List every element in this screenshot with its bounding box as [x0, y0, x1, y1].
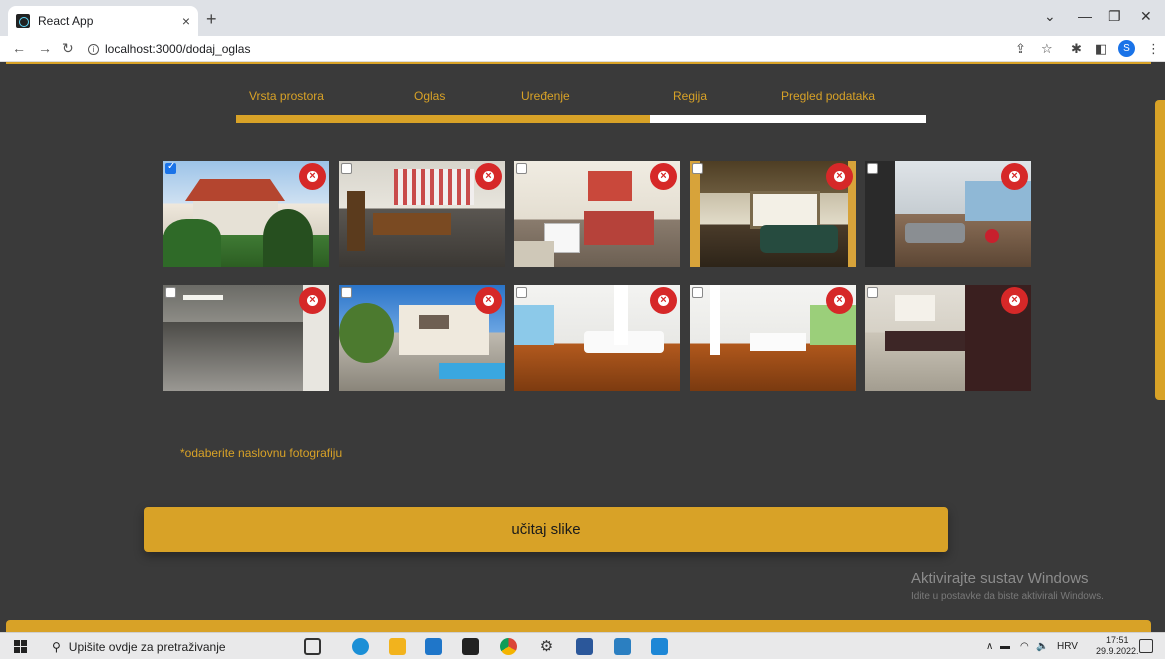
step-regija[interactable]: Regija	[673, 89, 707, 103]
photo-tile[interactable]	[865, 285, 1031, 391]
photo-tile[interactable]	[514, 161, 680, 267]
cover-photo-checkbox[interactable]	[692, 287, 703, 298]
cover-photo-checkbox[interactable]	[692, 163, 703, 174]
photo-tile[interactable]	[514, 285, 680, 391]
cover-photo-checkbox[interactable]	[867, 163, 878, 174]
file-explorer-icon[interactable]	[389, 638, 406, 655]
step-vrsta-prostora[interactable]: Vrsta prostora	[249, 89, 324, 103]
activation-watermark-title: Aktivirajte sustav Windows	[911, 570, 1089, 587]
remove-photo-icon[interactable]	[650, 163, 677, 190]
edge-icon[interactable]	[352, 638, 369, 655]
windows-taskbar: ⚲ Upišite ovdje za pretraživanje ⚙ ∧ ▬ ◠…	[0, 632, 1165, 659]
photo-tile[interactable]	[163, 285, 329, 391]
cover-photo-checkbox[interactable]	[341, 287, 352, 298]
remove-photo-icon[interactable]	[826, 163, 853, 190]
photo-tile[interactable]	[163, 161, 329, 267]
wizard-steps: Vrsta prostora Oglas Uređenje Regija Pre…	[230, 89, 930, 109]
wizard-progress-fill	[236, 115, 650, 123]
tab-close-icon[interactable]: ×	[182, 13, 190, 29]
clock-time: 17:51	[1106, 635, 1129, 645]
new-tab-button[interactable]: +	[206, 9, 217, 30]
taskbar-clock[interactable]: 17:51 29.9.2022.	[1096, 635, 1139, 657]
url-field[interactable]: i localhost:3000/dodaj_oglas	[88, 39, 250, 59]
step-oglas[interactable]: Oglas	[414, 89, 445, 103]
share-icon[interactable]: ⇪	[1015, 41, 1026, 57]
notification-center-icon[interactable]	[1139, 639, 1153, 653]
cover-photo-hint: *odaberite naslovnu fotografiju	[180, 446, 343, 460]
profile-avatar[interactable]: S	[1118, 40, 1135, 57]
remove-photo-icon[interactable]	[826, 287, 853, 314]
scrollbar-thumb[interactable]	[1155, 100, 1165, 400]
browser-menu-icon[interactable]: ⋮	[1147, 41, 1160, 57]
photo-tile[interactable]	[690, 285, 856, 391]
battery-icon[interactable]: ▬	[1000, 641, 1010, 652]
cover-photo-checkbox[interactable]	[867, 287, 878, 298]
photo-tile[interactable]	[339, 285, 505, 391]
clock-date: 29.9.2022.	[1096, 646, 1139, 656]
vscode-icon[interactable]	[651, 638, 668, 655]
page-bottom-bar	[6, 620, 1151, 632]
taskbar-search-box[interactable]: ⚲ Upišite ovdje za pretraživanje	[40, 635, 280, 658]
bookmark-star-icon[interactable]: ☆	[1041, 41, 1053, 57]
reload-icon[interactable]: ↻	[62, 40, 74, 57]
language-indicator[interactable]: HRV	[1057, 641, 1078, 652]
remove-photo-icon[interactable]	[1001, 287, 1028, 314]
cover-photo-checkbox[interactable]	[165, 287, 176, 298]
url-text: localhost:3000/dodaj_oglas	[105, 42, 251, 56]
minimize-button[interactable]: —	[1078, 8, 1092, 24]
remove-photo-icon[interactable]	[1001, 163, 1028, 190]
browser-tab-bar: React App × + ⌄ — ❐ ✕	[0, 0, 1165, 36]
remove-photo-icon[interactable]	[650, 287, 677, 314]
maximize-button[interactable]: ❐	[1108, 8, 1121, 25]
browser-tab[interactable]: React App ×	[8, 6, 198, 36]
forward-arrow-icon[interactable]: →	[38, 40, 52, 56]
mail-icon[interactable]	[425, 638, 442, 655]
settings-gear-icon[interactable]: ⚙	[538, 638, 555, 655]
side-panel-icon[interactable]: ◧	[1095, 41, 1107, 57]
extensions-puzzle-icon[interactable]: ✱	[1071, 41, 1082, 57]
terminal-icon[interactable]	[462, 638, 479, 655]
word-icon[interactable]	[576, 638, 593, 655]
remove-photo-icon[interactable]	[475, 287, 502, 314]
remove-photo-icon[interactable]	[299, 287, 326, 314]
tab-search-chevron-icon[interactable]: ⌄	[1044, 8, 1056, 25]
photos-icon[interactable]	[614, 638, 631, 655]
windows-start-icon[interactable]	[14, 640, 27, 653]
task-view-icon[interactable]	[304, 638, 321, 655]
search-icon: ⚲	[52, 639, 61, 654]
remove-photo-icon[interactable]	[299, 163, 326, 190]
cover-photo-checkbox[interactable]	[516, 287, 527, 298]
tab-title: React App	[38, 14, 94, 28]
site-info-icon[interactable]: i	[88, 43, 99, 55]
cover-photo-checkbox[interactable]	[516, 163, 527, 174]
photo-tile[interactable]	[339, 161, 505, 267]
tray-chevron-icon[interactable]: ∧	[986, 641, 993, 652]
photo-tile[interactable]	[865, 161, 1031, 267]
step-uredenje[interactable]: Uređenje	[521, 89, 570, 103]
network-icon[interactable]: ◠	[1020, 641, 1029, 652]
back-arrow-icon[interactable]: ←	[12, 40, 26, 56]
step-pregled-podataka[interactable]: Pregled podataka	[781, 89, 875, 103]
activation-watermark-subtitle: Idite u postavke da biste aktivirali Win…	[911, 591, 1104, 602]
wizard-progress-bar	[236, 115, 926, 123]
react-favicon-icon	[16, 14, 30, 28]
upload-photos-button[interactable]: učitaj slike	[144, 507, 948, 552]
photo-tile[interactable]	[690, 161, 856, 267]
cover-photo-checkbox[interactable]	[165, 161, 176, 174]
chrome-icon[interactable]	[500, 638, 517, 655]
address-bar: ← → ↻ i localhost:3000/dodaj_oglas ⇪ ☆ ✱…	[0, 36, 1165, 62]
volume-muted-icon[interactable]: 🔈	[1036, 641, 1048, 652]
taskbar-search-placeholder: Upišite ovdje za pretraživanje	[68, 639, 226, 654]
cover-photo-checkbox[interactable]	[341, 163, 352, 174]
remove-photo-icon[interactable]	[475, 163, 502, 190]
close-window-button[interactable]: ✕	[1140, 8, 1152, 25]
